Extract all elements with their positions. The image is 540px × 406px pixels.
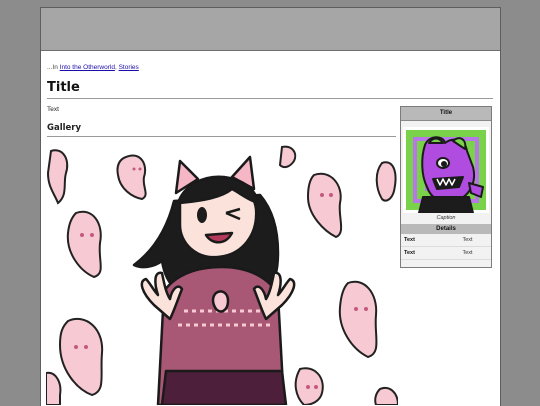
infobox: Title Caption Details Text Text Text Tex… bbox=[400, 106, 492, 268]
infobox-row-value: Text bbox=[462, 237, 473, 243]
infobox-row-value: Text bbox=[462, 250, 473, 256]
gallery-image[interactable] bbox=[46, 143, 398, 405]
breadcrumb-separator: , bbox=[114, 64, 117, 71]
page-title: Title bbox=[47, 80, 493, 99]
infobox-image[interactable] bbox=[403, 127, 489, 213]
infobox-title: Title bbox=[401, 107, 491, 121]
gallery-heading: Gallery bbox=[47, 123, 396, 137]
site-header-bar bbox=[41, 8, 500, 51]
infobox-row-label: Text bbox=[404, 250, 415, 256]
infobox-row: Text Text bbox=[401, 247, 491, 260]
breadcrumb-link-into-the-otherworld[interactable]: Into the Otherworld bbox=[60, 64, 115, 71]
infobox-row: Text Text bbox=[401, 234, 491, 247]
body-text: Text bbox=[47, 106, 59, 113]
page-content: ...In Into the Otherworld, Stories Title… bbox=[40, 7, 501, 406]
infobox-details-header: Details bbox=[401, 224, 491, 234]
breadcrumb-link-stories[interactable]: Stories bbox=[119, 64, 139, 71]
infobox-caption: Caption bbox=[436, 215, 456, 221]
breadcrumb: ...In Into the Otherworld, Stories bbox=[47, 64, 139, 71]
infobox-row-label: Text bbox=[404, 237, 415, 243]
breadcrumb-prefix: ...In bbox=[47, 64, 58, 71]
